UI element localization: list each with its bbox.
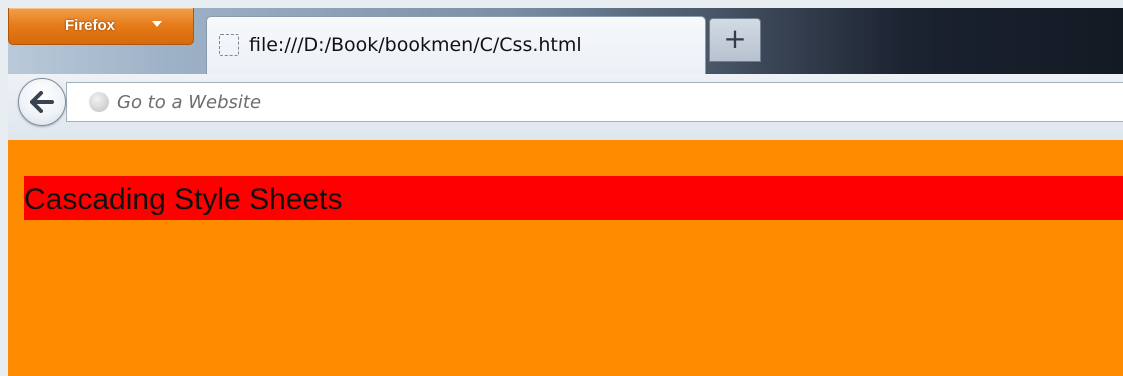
page-heading: Cascading Style Sheets [24,176,1123,220]
new-tab-button[interactable]: + [709,18,761,62]
blank-page-icon [219,34,239,56]
browser-window: Firefox file:///D:/Book/bookmen/C/Css.ht… [8,8,1123,376]
url-input[interactable] [117,89,1017,115]
tab-title: file:///D:/Book/bookmen/C/Css.html [249,34,582,56]
navigation-toolbar [8,74,1123,141]
back-arrow-icon [30,91,54,113]
back-button[interactable] [18,78,66,126]
firefox-menu-button[interactable]: Firefox [8,8,194,45]
chevron-down-icon [152,21,162,27]
page-content: Cascading Style Sheets [8,140,1123,376]
tab-active[interactable]: file:///D:/Book/bookmen/C/Css.html [206,16,706,75]
address-bar [66,82,1123,122]
tab-strip: Firefox file:///D:/Book/bookmen/C/Css.ht… [8,8,1123,75]
site-identity-icon[interactable] [89,92,109,112]
firefox-menu-label: Firefox [65,17,116,34]
